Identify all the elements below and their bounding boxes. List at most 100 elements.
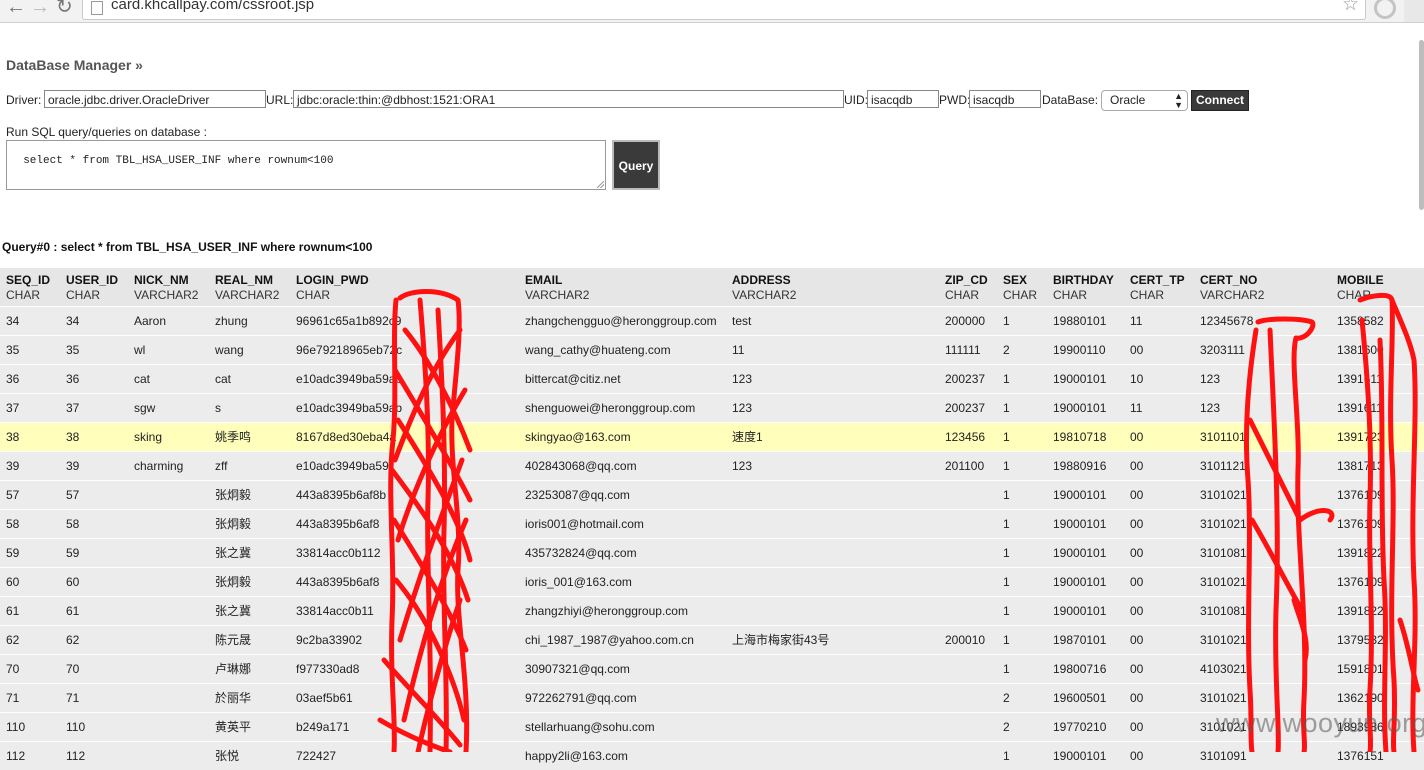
table-cell: 19000101: [1047, 479, 1124, 509]
table-cell: 19000101: [1047, 740, 1124, 770]
address-url[interactable]: card.khcallpay.com/cssroot.jsp: [111, 0, 314, 13]
table-cell: 黄英平: [209, 711, 290, 741]
table-row[interactable]: 35 35 wl wang 96e79218965eb72c wang_cathy@hua…: [0, 334, 1424, 364]
table-row[interactable]: 59 59 张之冀 33814acc0b112 435732824@qq.com 1 190…: [0, 537, 1424, 567]
table-cell: 201100: [939, 450, 997, 480]
table-cell: 00: [1124, 595, 1194, 625]
table-row[interactable]: 38 38 sking 姚季鸣 8167d8ed30eba4a skingyao@163.…: [0, 421, 1424, 451]
column-type: CHAR: [945, 288, 980, 302]
resize-grip-icon[interactable]: [597, 181, 604, 188]
sql-textarea[interactable]: select * from TBL_HSA_USER_INF where row…: [6, 140, 606, 190]
sql-text: select * from TBL_HSA_USER_INF where row…: [23, 155, 334, 167]
table-cell: 123: [726, 363, 939, 393]
table-cell: 11: [1124, 305, 1194, 335]
database-select[interactable]: Oracle ▲ ▼: [1101, 90, 1188, 111]
table-cell: 1: [997, 421, 1047, 451]
table-row[interactable]: 71 71 於丽华 03aef5b61 972262791@qq.com 2 1960050…: [0, 682, 1424, 712]
browser-menu-icon[interactable]: [1374, 0, 1396, 19]
column-type: CHAR: [1130, 288, 1165, 302]
page-icon: [91, 1, 103, 15]
table-cell: 62: [60, 624, 128, 654]
table-row[interactable]: 61 61 张之冀 33814acc0b11 zhangzhiyi@heronggrou…: [0, 595, 1424, 625]
column-header: EMAIL VARCHAR2: [519, 268, 726, 306]
table-cell: 36: [0, 363, 60, 393]
table-cell: [128, 566, 209, 596]
table-cell: zhangchengguo@heronggroup.com: [519, 305, 726, 335]
column-name: CERT_TP: [1130, 273, 1185, 287]
table-row[interactable]: 39 39 charming zff e10adc3949ba59 402843068@q…: [0, 450, 1424, 480]
bookmark-star-icon[interactable]: ☆: [1342, 0, 1359, 16]
page-scrollbar[interactable]: [1419, 40, 1424, 210]
address-bar[interactable]: card.khcallpay.com/cssroot.jsp ☆: [82, 0, 1366, 20]
database-label: DataBase:: [1042, 93, 1099, 107]
table-cell: 3101021: [1194, 508, 1331, 538]
table-row[interactable]: 34 34 Aaron zhung 96961c65a1b892c9 zhangcheng…: [0, 305, 1424, 335]
table-cell: 110: [60, 711, 128, 741]
table-cell: 11: [726, 334, 939, 364]
uid-input[interactable]: isacqdb: [867, 90, 939, 108]
table-cell: 19880101: [1047, 305, 1124, 335]
table-cell: [726, 740, 939, 770]
table-cell: [939, 566, 997, 596]
column-name: REAL_NM: [215, 273, 274, 287]
table-cell: 1381600: [1331, 334, 1424, 364]
query-button[interactable]: Query: [612, 140, 660, 190]
table-cell: 8167d8ed30eba4a: [290, 421, 519, 451]
table-cell: 38: [0, 421, 60, 451]
table-cell: 34: [60, 305, 128, 335]
table-body: 34 34 Aaron zhung 96961c65a1b892c9 zhangcheng…: [0, 305, 1424, 770]
table-cell: 112: [0, 740, 60, 770]
column-name: BIRTHDAY: [1053, 273, 1114, 287]
back-arrow-icon[interactable]: ←: [6, 0, 26, 17]
column-header: CERT_NO VARCHAR2: [1194, 268, 1331, 306]
table-cell: [939, 682, 997, 712]
table-cell: ioris001@hotmail.com: [519, 508, 726, 538]
table-cell: [128, 537, 209, 567]
browser-toolbar: ← → ↻ card.khcallpay.com/cssroot.jsp ☆: [0, 0, 1424, 23]
column-name: NICK_NM: [134, 273, 189, 287]
table-row[interactable]: 36 36 cat cat e10adc3949ba59ab bittercat@citi…: [0, 363, 1424, 393]
column-header: NICK_NM VARCHAR2: [128, 268, 209, 306]
table-row[interactable]: 58 58 张炯毅 443a8395b6af8 ioris001@hotmail.com…: [0, 508, 1424, 538]
table-cell: 12345678: [1194, 305, 1331, 335]
reload-icon[interactable]: ↻: [56, 0, 73, 17]
forward-arrow-icon[interactable]: →: [30, 0, 50, 17]
pwd-input[interactable]: isacqdb: [969, 90, 1041, 108]
table-row[interactable]: 110 110 黄英平 b249a171 stellarhuang@sohu.com 2 1…: [0, 711, 1424, 741]
table-row[interactable]: 70 70 卢琳娜 f977330ad8 30907321@qq.com 1 1980071…: [0, 653, 1424, 683]
table-cell: chi_1987_1987@yahoo.com.cn: [519, 624, 726, 654]
table-row[interactable]: 62 62 陈元晟 9c2ba33902 chi_1987_1987@yahoo.com…: [0, 624, 1424, 654]
table-cell: 38: [60, 421, 128, 451]
connect-button[interactable]: Connect: [1191, 90, 1249, 111]
driver-input[interactable]: oracle.jdbc.driver.OracleDriver: [44, 90, 266, 108]
column-name: CERT_NO: [1200, 273, 1258, 287]
table-row[interactable]: 112 112 张悦 722427 happy2li@163.com 1 19000101 0…: [0, 740, 1424, 770]
url-label: URL:: [266, 93, 294, 107]
table-row[interactable]: 60 60 张炯毅 443a8395b6af8 ioris_001@163.com 1 19…: [0, 566, 1424, 596]
table-cell: 96e79218965eb72c: [290, 334, 519, 364]
column-name: EMAIL: [525, 273, 563, 287]
table-cell: 9c2ba33902: [290, 624, 519, 654]
column-name: SEQ_ID: [6, 273, 51, 287]
table-cell: 61: [60, 595, 128, 625]
table-cell: 111111: [939, 334, 997, 364]
table-cell: zhung: [209, 305, 290, 335]
column-type: CHAR: [1003, 288, 1038, 302]
table-cell: 36: [60, 363, 128, 393]
table-cell: 722427: [290, 740, 519, 770]
table-cell: 3203111: [1194, 334, 1331, 364]
table-cell: 1: [997, 479, 1047, 509]
table-cell: 35: [60, 334, 128, 364]
column-type: CHAR: [6, 288, 41, 302]
table-row[interactable]: 37 37 sgw s e10adc3949ba59ab shenguowei@heron…: [0, 392, 1424, 422]
column-name: LOGIN_PWD: [296, 273, 369, 287]
url-input[interactable]: jdbc:oracle:thin:@dbhost:1521:ORA1: [293, 90, 844, 108]
table-cell: 443a8395b6af8: [290, 508, 519, 538]
table-cell: 435732824@qq.com: [519, 537, 726, 567]
table-cell: e10adc3949ba59: [290, 450, 519, 480]
table-cell: 1: [997, 566, 1047, 596]
table-cell: 上海市梅家街43号: [726, 624, 939, 654]
table-row[interactable]: 57 57 张炯毅 443a8395b6af8b 23253087@qq.com 1 190…: [0, 479, 1424, 509]
table-cell: 3101101: [1194, 421, 1331, 451]
table-cell: 123: [1194, 363, 1331, 393]
